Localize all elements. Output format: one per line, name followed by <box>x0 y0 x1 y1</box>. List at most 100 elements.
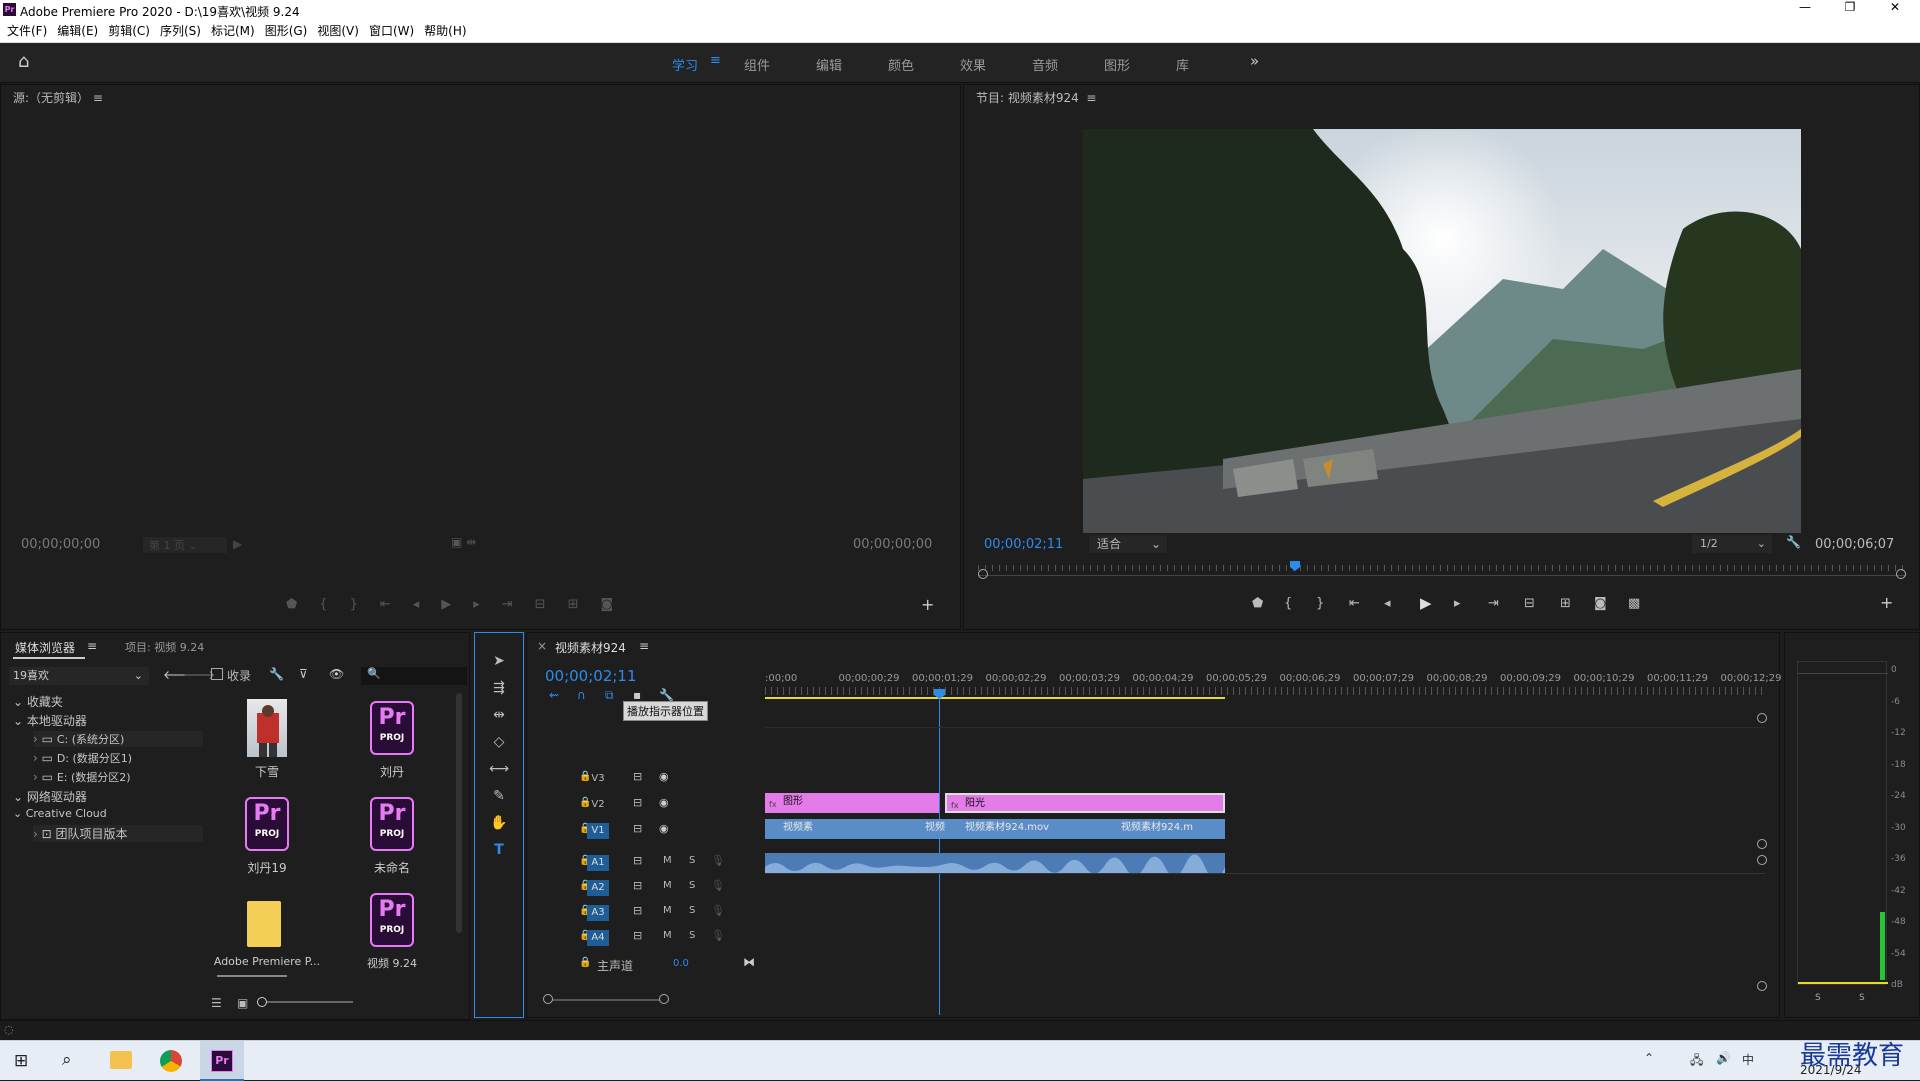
workspace-menu-icon[interactable]: ≡ <box>710 53 721 68</box>
track-target[interactable]: A4 <box>587 930 609 946</box>
chrome-icon[interactable] <box>160 1050 182 1072</box>
timeline-hscroll[interactable] <box>543 994 669 1004</box>
premiere-project-icon[interactable]: Pr PROJ <box>370 797 414 851</box>
linked-selection-icon[interactable]: ⧉ <box>605 688 614 703</box>
video-clip[interactable] <box>871 819 907 839</box>
page-select[interactable]: 第 1 页 ⌄ <box>143 537 227 553</box>
mute-button[interactable]: M <box>663 880 672 891</box>
network-icon[interactable]: 🖧 <box>1690 1051 1703 1072</box>
solo-left-button[interactable]: S <box>1815 993 1821 1003</box>
pen-tool-icon[interactable]: ✎ <box>489 788 509 808</box>
go-to-out-button[interactable]: ⇥ <box>1488 596 1499 611</box>
panel-menu-icon[interactable]: ≡ <box>639 639 649 653</box>
ime-indicator[interactable]: 中 <box>1742 1051 1754 1068</box>
track-target[interactable]: V1 <box>587 823 609 839</box>
menu-item[interactable]: 窗口(W) <box>364 20 419 42</box>
marker-icon[interactable]: ▪ <box>633 688 641 702</box>
sync-lock-icon[interactable]: ⊟ <box>633 796 642 809</box>
menu-item[interactable]: 编辑(E) <box>52 20 103 42</box>
workspace-tab[interactable]: 图形 <box>1104 55 1130 74</box>
sync-lock-icon[interactable]: ⊟ <box>633 879 642 892</box>
menu-item[interactable]: 剪辑(C) <box>103 20 155 42</box>
minimize-button[interactable]: — <box>1795 0 1815 14</box>
source-timecode[interactable]: 00;00;00;00 <box>21 537 100 552</box>
track-target[interactable]: V2 <box>587 797 609 813</box>
menu-item[interactable]: 视图(V) <box>312 20 364 42</box>
windows-start-icon[interactable]: ⊞ <box>14 1051 28 1071</box>
view-icon[interactable]: 👁 <box>329 667 344 681</box>
fit-dropdown[interactable]: 适合 ⌄ <box>1089 535 1167 553</box>
time-ruler[interactable]: :00;00 00;00;00;29 00;00;01;29 00;00;02;29 0… <box>765 673 1782 699</box>
eye-icon[interactable]: ◉ <box>659 770 669 783</box>
search-icon[interactable]: ⌕ <box>62 1050 72 1070</box>
audio-clip[interactable] <box>765 853 1225 873</box>
tree-local-drives[interactable]: ⌄ 本地驱动器 <box>13 712 87 729</box>
timeline-settings-icon[interactable]: 🔧 <box>659 688 674 702</box>
work-area-bar[interactable] <box>765 697 1225 699</box>
graphic-clip[interactable]: fx 阳光 <box>945 793 1225 813</box>
mute-button[interactable]: M <box>663 855 672 866</box>
scrubber-start-handle[interactable] <box>978 569 988 579</box>
premiere-project-icon[interactable]: Pr PROJ <box>370 701 414 755</box>
file-explorer-icon[interactable] <box>110 1051 132 1069</box>
sync-lock-icon[interactable]: ⊟ <box>633 822 642 835</box>
volume-icon[interactable]: 🔊 <box>1716 1051 1731 1065</box>
more-workspaces-button[interactable]: » <box>1250 52 1259 70</box>
snap-icon[interactable]: ⇜ <box>549 688 559 702</box>
solo-button[interactable]: S <box>689 880 695 891</box>
menu-item[interactable]: 帮助(H) <box>419 20 471 42</box>
filter-icon[interactable]: ⊽ <box>299 667 308 681</box>
resolution-dropdown[interactable]: 1/2 ⌄ <box>1692 535 1772 553</box>
thumb-image-snow[interactable] <box>247 699 287 757</box>
workspace-tab[interactable]: 效果 <box>960 55 986 74</box>
timeline-vscroll-top[interactable] <box>1757 713 1767 723</box>
tree-creative-cloud[interactable]: ⌄ Creative Cloud <box>13 807 107 820</box>
premiere-project-icon[interactable]: Pr PROJ <box>370 893 414 947</box>
close-button[interactable]: ✕ <box>1885 0 1905 14</box>
go-to-in-button[interactable]: ⇤ <box>1349 596 1360 611</box>
zoom-slider[interactable] <box>257 997 353 1007</box>
timeline-vscroll-mid2[interactable] <box>1757 855 1767 865</box>
add-marker-button[interactable]: ⬟ <box>1252 596 1263 611</box>
timeline-vscroll-mid[interactable] <box>1757 839 1767 849</box>
tray-expand-icon[interactable]: ⌃ <box>1644 1051 1654 1065</box>
track-target[interactable]: A1 <box>587 855 609 871</box>
scrubber-end-handle[interactable] <box>1896 569 1906 579</box>
slip-tool-icon[interactable]: ⟷ <box>489 761 509 781</box>
browser-scrollbar[interactable] <box>456 693 462 933</box>
close-sequence-icon[interactable]: × <box>537 639 547 653</box>
menu-item[interactable]: 文件(F) <box>2 20 52 42</box>
mute-button[interactable]: M <box>663 905 672 916</box>
mark-out-button[interactable]: } <box>1316 596 1324 611</box>
microphone-icon[interactable]: 🎙 <box>711 854 725 867</box>
microphone-icon[interactable]: 🎙 <box>711 879 725 892</box>
track-select-tool-icon[interactable]: ⇶ <box>489 680 509 700</box>
program-scrubber[interactable] <box>978 561 1906 581</box>
microphone-icon[interactable]: 🎙 <box>711 904 725 917</box>
graphic-clip[interactable]: fx 图形 <box>765 793 939 813</box>
step-forward-button[interactable]: ▸ <box>1454 596 1461 611</box>
solo-button[interactable]: S <box>689 855 695 866</box>
lock-icon[interactable]: 🔒 <box>579 957 591 968</box>
sync-lock-icon[interactable]: ⊟ <box>633 854 642 867</box>
source-add-button[interactable]: + <box>921 595 934 614</box>
video-clip[interactable]: 视频素 <box>765 819 839 839</box>
icon-view-icon[interactable]: ▣ <box>237 996 248 1010</box>
tree-drive-e[interactable]: › ▭ E: (数据分区2) <box>33 769 131 785</box>
ingest-checkbox[interactable] <box>211 668 223 680</box>
video-clip[interactable] <box>839 819 871 839</box>
comparison-view-button[interactable]: ▩ <box>1628 596 1640 611</box>
extract-button[interactable]: ⊞ <box>1560 596 1571 611</box>
solo-button[interactable]: S <box>689 930 695 941</box>
panel-menu-icon[interactable]: ≡ <box>1086 91 1096 105</box>
tree-drive-c[interactable]: › ▭ C: (系统分区) <box>33 731 203 747</box>
menu-item[interactable]: 序列(S) <box>155 20 206 42</box>
razor-tool-icon[interactable]: ◇ <box>489 734 509 754</box>
mute-button[interactable]: M <box>663 930 672 941</box>
eye-icon[interactable]: ◉ <box>659 822 669 835</box>
video-clip[interactable]: 视频 <box>907 819 947 839</box>
home-icon[interactable]: ⌂ <box>18 51 29 72</box>
maximize-button[interactable]: ❐ <box>1840 0 1860 14</box>
source-settings-icon[interactable]: ▣ ⇹ <box>451 535 476 549</box>
workspace-tab[interactable]: 音频 <box>1032 55 1058 74</box>
